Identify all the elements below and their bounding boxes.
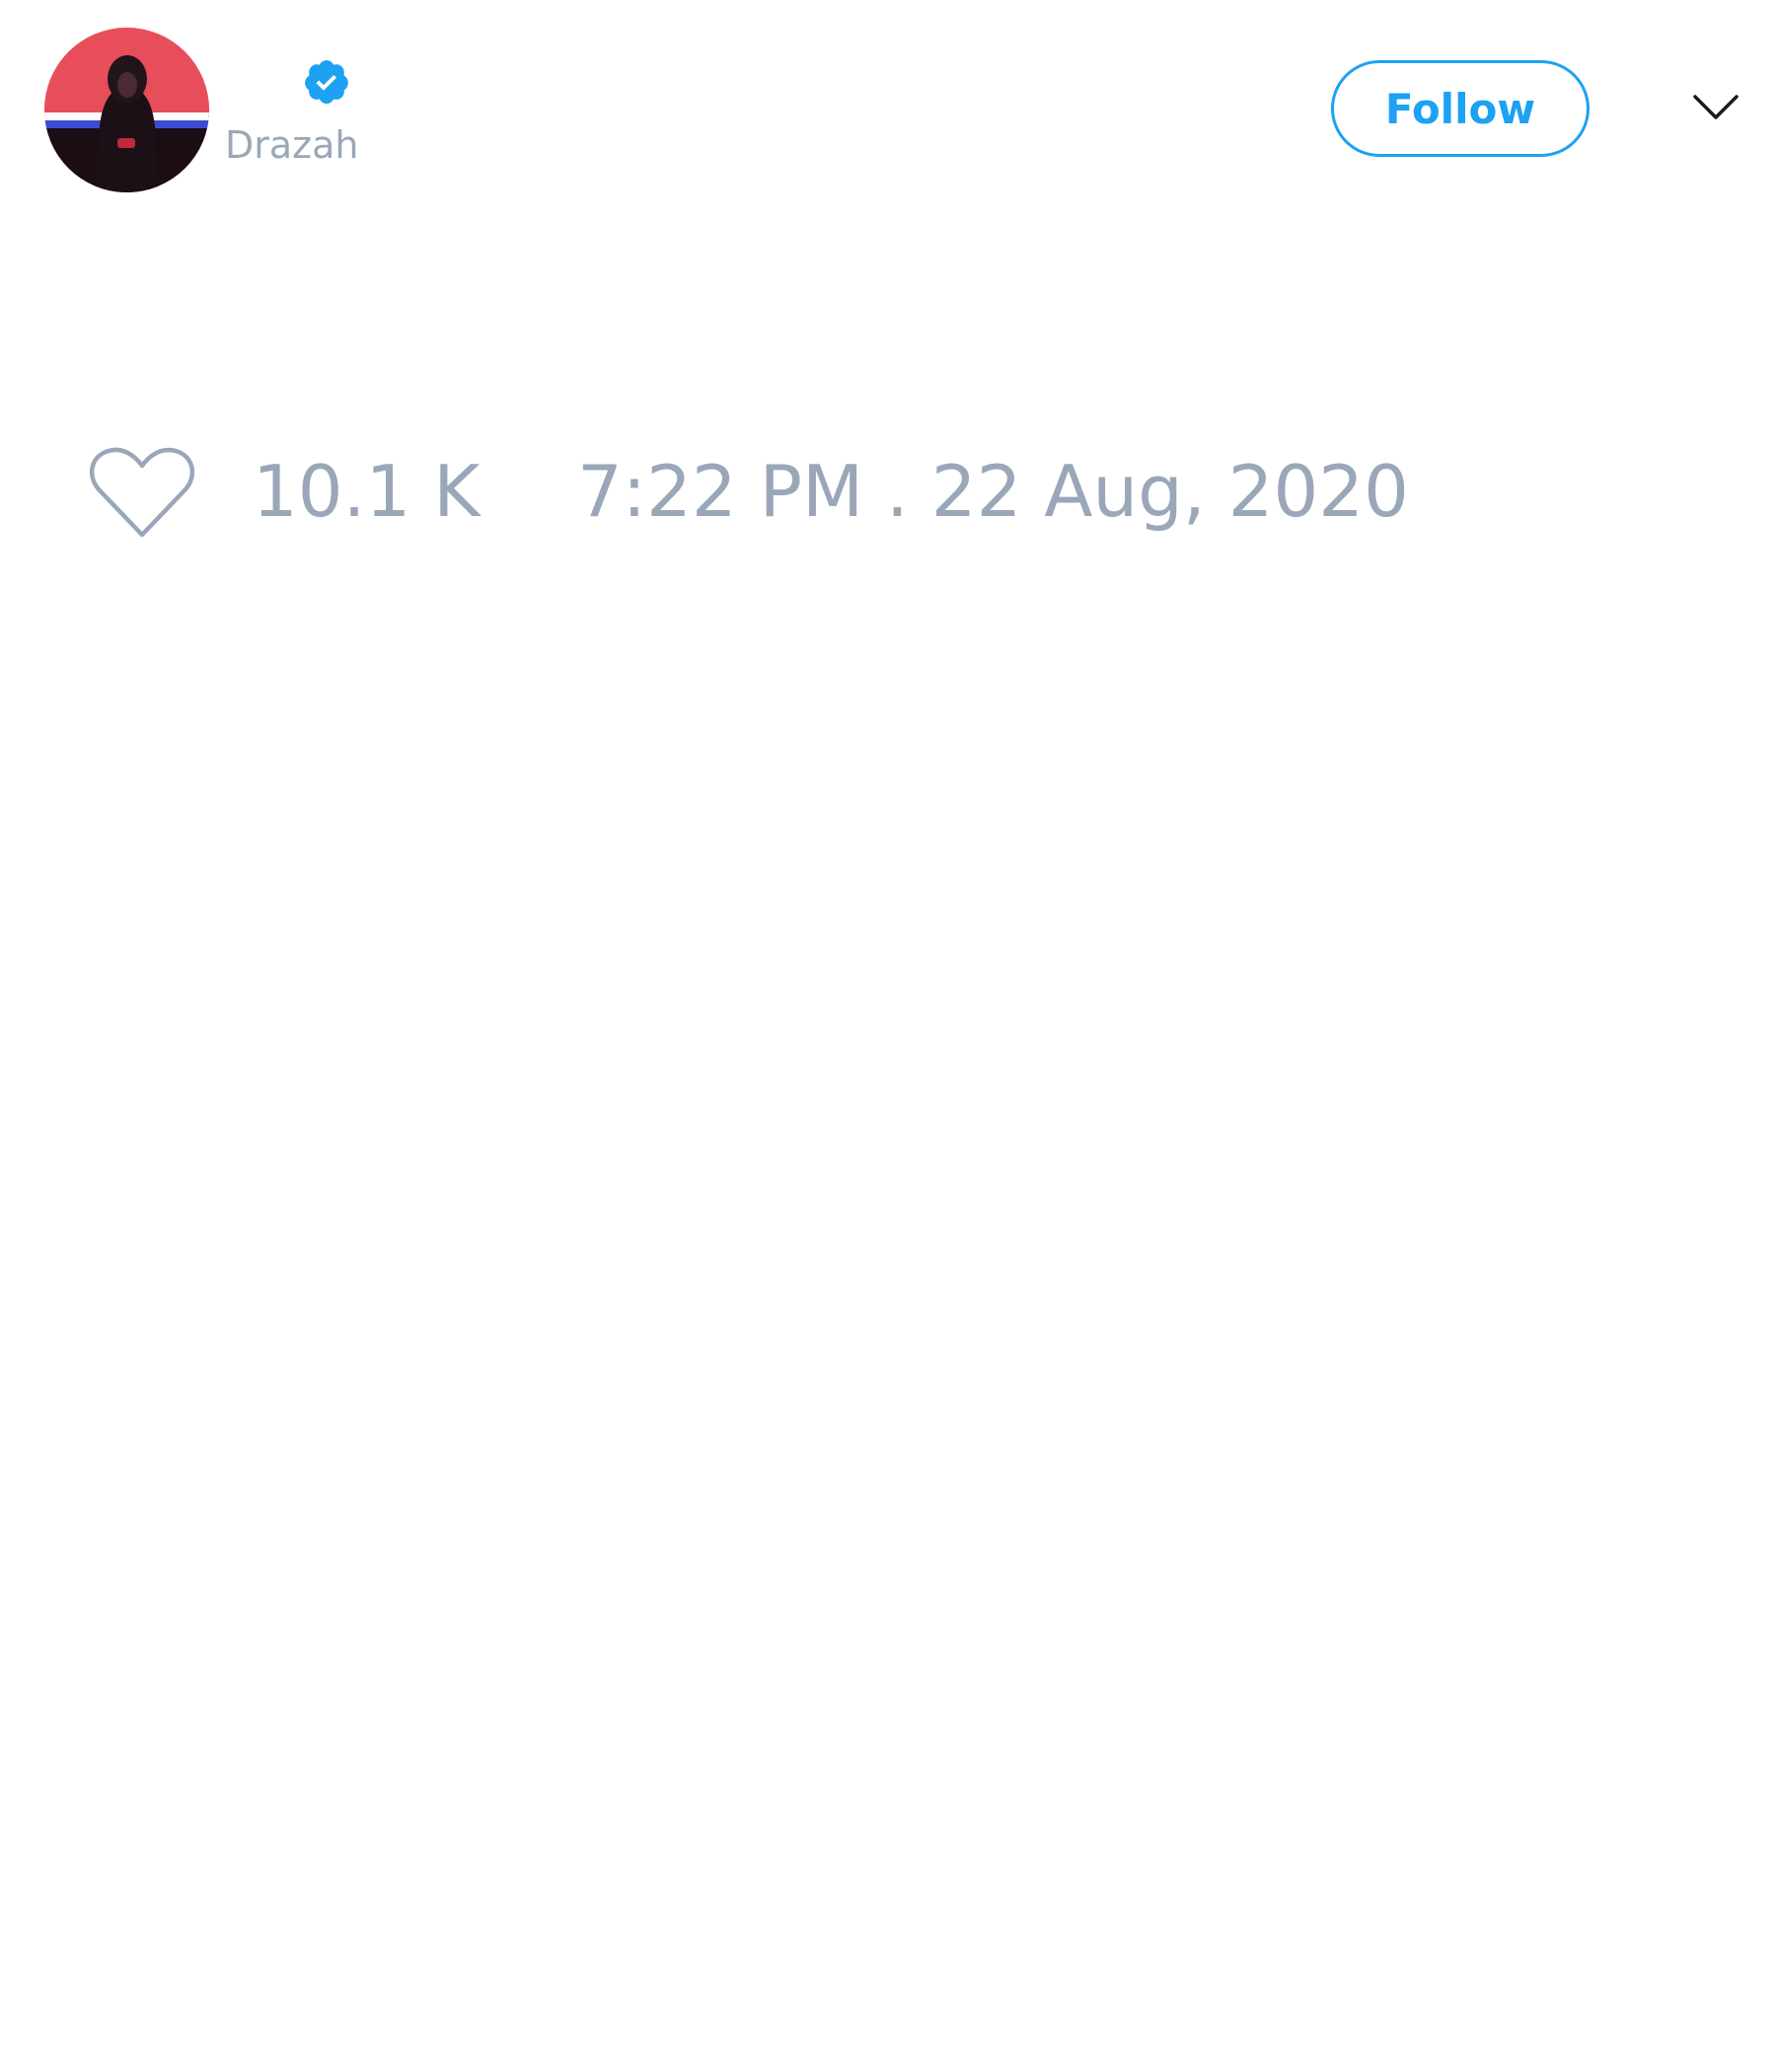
tweet-timestamp[interactable]: 7:22 PM . 22 Aug, 2020 (577, 456, 1409, 527)
verified-badge-icon (305, 60, 348, 105)
chevron-down-icon[interactable] (1692, 93, 1739, 122)
author-handle[interactable]: Drazah (225, 126, 359, 164)
follow-button[interactable]: Follow (1331, 60, 1590, 157)
like-count: 10.1 K (253, 450, 481, 533)
avatar-image (44, 28, 209, 192)
avatar[interactable] (44, 28, 209, 192)
heart-icon[interactable] (89, 446, 195, 541)
